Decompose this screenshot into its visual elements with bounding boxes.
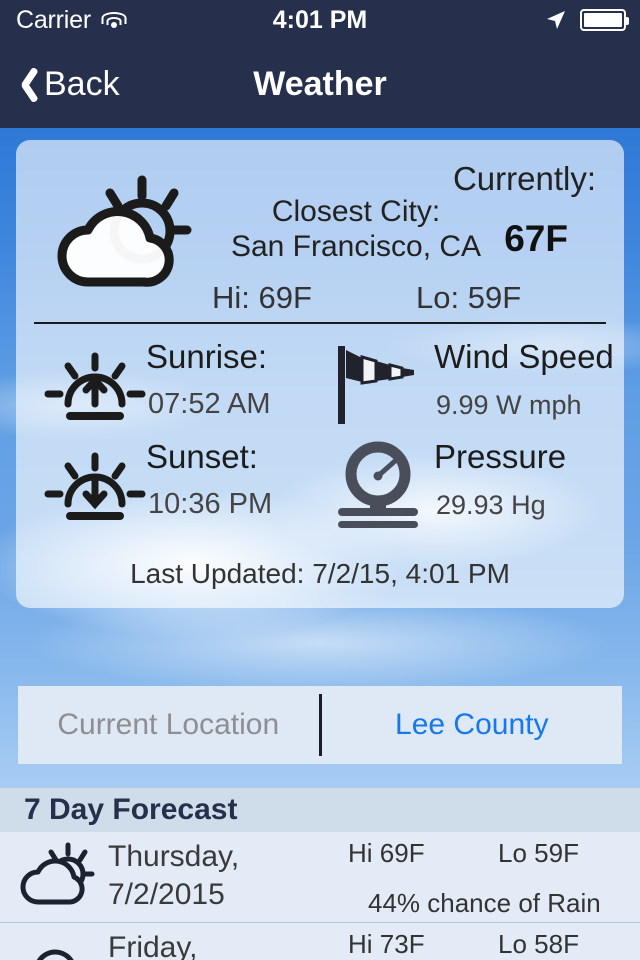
location-arrow-icon <box>547 11 565 29</box>
status-bar-left: Carrier <box>16 6 127 35</box>
sunrise-icon <box>44 352 146 420</box>
forecast-low: Lo 59F <box>498 838 579 868</box>
sunset-time: 10:36 PM <box>148 488 273 520</box>
location-segmented-control[interactable]: Current Location Lee County <box>18 686 622 764</box>
windsock-icon <box>338 346 414 424</box>
segment-named-location[interactable]: Lee County <box>322 686 623 764</box>
current-weather-card: Currently: 67F Closest City: San Francis… <box>16 140 624 608</box>
wifi-icon <box>101 10 127 30</box>
sun-behind-cloud-icon <box>57 175 192 287</box>
sunrise-label: Sunrise: <box>146 338 268 375</box>
card-divider <box>34 322 606 324</box>
forecast-low: Lo 58F <box>498 929 579 959</box>
closest-city-label: Closest City: <box>271 195 441 228</box>
forecast-day: Thursday, <box>108 840 240 873</box>
sun-behind-cloud-icon <box>20 842 95 905</box>
forecast-high: Hi 73F <box>348 929 425 959</box>
barometer-icon <box>338 441 418 528</box>
sunset-icon <box>44 452 146 520</box>
wind-speed-value: 9.99 W mph <box>436 390 582 420</box>
battery-full-icon <box>580 9 629 31</box>
pressure-label: Pressure <box>434 438 567 475</box>
forecast-row[interactable]: Thursday, 7/2/2015 Hi 69F Lo 59F 44% cha… <box>0 832 640 922</box>
forecast-title: 7 Day Forecast <box>24 793 238 826</box>
high-temperature: Hi: 69F <box>212 280 312 315</box>
carrier-label: Carrier <box>16 5 91 34</box>
forecast-section-header: 7 Day Forecast <box>0 788 640 832</box>
navigation-bar: Back Weather <box>0 40 640 128</box>
cloud-icon <box>36 949 74 960</box>
currently-label: Currently: <box>452 160 596 197</box>
forecast-day: Friday, <box>108 931 198 960</box>
low-temperature: Lo: 59F <box>416 280 522 315</box>
wind-speed-label: Wind Speed <box>434 338 614 375</box>
sunset-label: Sunset: <box>146 438 258 475</box>
segment-current-location[interactable]: Current Location <box>18 686 319 764</box>
status-bar-right <box>544 8 629 32</box>
forecast-rain-chance: 44% chance of Rain <box>368 888 601 918</box>
last-updated-label: Last Updated: 7/2/15, 4:01 PM <box>130 558 510 589</box>
pressure-value: 29.93 Hg <box>436 490 546 520</box>
status-bar: Carrier 4:01 PM <box>0 0 640 40</box>
forecast-list[interactable]: Thursday, 7/2/2015 Hi 69F Lo 59F 44% cha… <box>0 832 640 960</box>
sunrise-time: 07:52 AM <box>148 388 271 420</box>
closest-city-value: San Francisco, CA <box>230 230 482 263</box>
forecast-high: Hi 69F <box>348 838 425 868</box>
forecast-row[interactable]: Friday, Hi 73F Lo 58F <box>0 922 640 960</box>
page-title: Weather <box>253 64 387 103</box>
forecast-date: 7/2/2015 <box>108 878 225 911</box>
